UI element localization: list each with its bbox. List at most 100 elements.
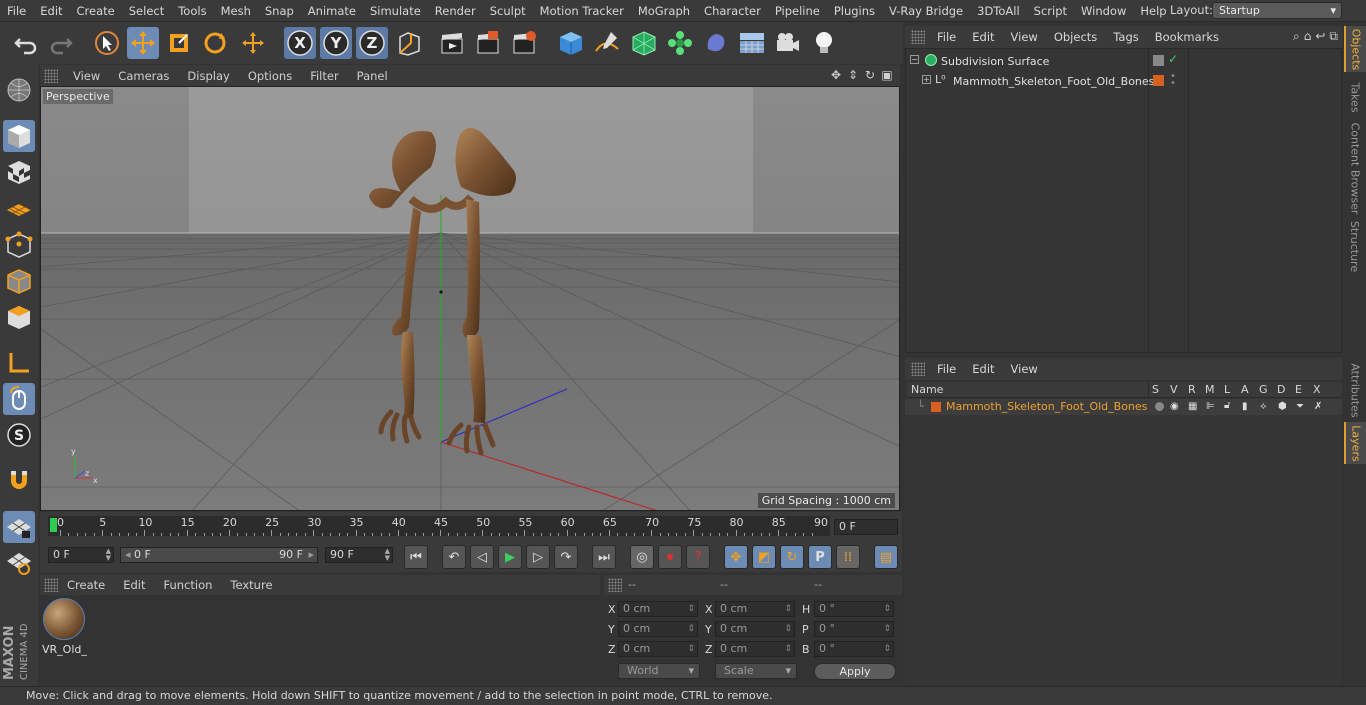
menu-edit[interactable]: Edit — [33, 0, 69, 22]
subdivision-surface-button[interactable] — [628, 27, 660, 59]
animation-icon[interactable]: ▮ — [1242, 401, 1248, 412]
viewport-menu-options[interactable]: Options — [239, 69, 301, 83]
next-keyframe-button[interactable]: ↷ — [554, 545, 578, 569]
size-y-field[interactable]: 0 cm — [715, 621, 795, 637]
search-icon[interactable]: ⌕ — [1293, 29, 1300, 44]
tab-layers[interactable]: Layers — [1344, 422, 1366, 464]
om-menu-edit[interactable]: Edit — [964, 30, 1002, 44]
viewport-menu-cameras[interactable]: Cameras — [109, 69, 178, 83]
render-region-button[interactable] — [472, 27, 504, 59]
new-window-icon[interactable]: ⧉ — [1329, 29, 1338, 44]
tab-structure[interactable]: Structure — [1344, 218, 1366, 274]
axis-mode-button[interactable] — [3, 347, 35, 379]
workplane-mode-button[interactable] — [3, 192, 35, 224]
tab-takes[interactable]: Takes — [1344, 76, 1366, 118]
viewport-menu-filter[interactable]: Filter — [301, 69, 347, 83]
redo-button[interactable] — [45, 27, 77, 59]
om-menu-bookmarks[interactable]: Bookmarks — [1147, 30, 1227, 44]
lm-menu-view[interactable]: View — [1003, 362, 1046, 376]
previous-frame-button[interactable]: ◁ — [470, 545, 494, 569]
make-editable-button[interactable] — [3, 74, 35, 106]
undo-button[interactable] — [10, 27, 42, 59]
om-menu-file[interactable]: File — [929, 30, 964, 44]
size-z-field[interactable]: 0 cm — [715, 641, 795, 657]
end-frame-field[interactable]: 90 F ▲ ▼ — [325, 547, 393, 563]
tab-attributes[interactable]: Attributes — [1344, 360, 1366, 420]
om-menu-view[interactable]: View — [1003, 30, 1046, 44]
menu-mograph[interactable]: MoGraph — [631, 0, 697, 22]
menu-help[interactable]: Help — [1133, 0, 1173, 22]
workplane-lock-button[interactable] — [3, 511, 35, 543]
camera-button[interactable] — [772, 27, 804, 59]
object-row-mammoth-skeleton[interactable]: + L⁰ Mammoth_Skeleton_Foot_Old_Bones • • — [906, 71, 1341, 91]
deformer-button[interactable] — [700, 27, 732, 59]
material-menu-create[interactable]: Create — [58, 578, 114, 592]
menu-character[interactable]: Character — [697, 0, 768, 22]
layer-color-swatch[interactable] — [931, 402, 941, 412]
key-scale-button[interactable]: ◩ — [752, 545, 776, 569]
menu-file[interactable]: File — [0, 0, 33, 22]
perspective-viewport[interactable]: y z x Perspective Grid Spacing : 1000 cm — [40, 86, 900, 511]
autokey-button[interactable]: ? — [686, 545, 710, 569]
y-axis-lock-button[interactable]: Y — [320, 27, 352, 59]
position-y-field[interactable]: 0 cm — [618, 621, 698, 637]
viewport-camera-label[interactable]: Perspective — [43, 89, 113, 104]
pen-spline-button[interactable] — [591, 27, 623, 59]
tweak-mode-button[interactable] — [3, 383, 35, 415]
material-grip-icon[interactable] — [44, 578, 58, 592]
size-mode-dropdown[interactable]: Scale — [715, 663, 797, 679]
menu-pipeline[interactable]: Pipeline — [768, 0, 827, 22]
material-name[interactable]: VR_Old_ — [42, 643, 87, 656]
z-axis-lock-button[interactable]: Z — [356, 27, 388, 59]
material-preview[interactable] — [43, 598, 85, 640]
menu-render[interactable]: Render — [428, 0, 483, 22]
tab-content-browser[interactable]: Content Browser — [1344, 120, 1366, 216]
material-menu-texture[interactable]: Texture — [221, 578, 281, 592]
menu-window[interactable]: Window — [1074, 0, 1133, 22]
menu-3dtoall[interactable]: 3DToAll — [970, 0, 1027, 22]
coordinates-grip-icon[interactable] — [608, 578, 622, 592]
size-x-field[interactable]: 0 cm — [715, 601, 795, 617]
render-settings-button[interactable] — [508, 27, 540, 59]
points-mode-button[interactable] — [3, 229, 35, 261]
menu-animate[interactable]: Animate — [301, 0, 363, 22]
visibility-toggle-icon[interactable] — [1153, 55, 1164, 66]
om-menu-objects[interactable]: Objects — [1046, 30, 1105, 44]
expand-toggle-icon[interactable]: + — [922, 75, 931, 84]
current-frame-field[interactable]: 0 F — [834, 519, 898, 535]
menu-select[interactable]: Select — [122, 0, 171, 22]
lm-menu-edit[interactable]: Edit — [964, 362, 1002, 376]
polygons-mode-button[interactable] — [3, 301, 35, 333]
menu-snap[interactable]: Snap — [258, 0, 301, 22]
rotate-tool-button[interactable] — [199, 27, 231, 59]
home-icon[interactable]: ⌂ — [1304, 29, 1312, 44]
key-position-button[interactable]: ✥ — [724, 545, 748, 569]
om-menu-tags[interactable]: Tags — [1105, 30, 1146, 44]
position-x-field[interactable]: 0 cm — [618, 601, 698, 617]
solo-dot-icon[interactable] — [1155, 402, 1164, 411]
layout-select[interactable]: Startup — [1212, 2, 1342, 19]
menu-simulate[interactable]: Simulate — [363, 0, 428, 22]
layer-color-icon[interactable] — [1153, 75, 1164, 86]
viewport-menu-display[interactable]: Display — [178, 69, 238, 83]
preview-range-slider[interactable]: ◂ 0 F 90 F ▸ — [120, 547, 318, 563]
edges-mode-button[interactable] — [3, 265, 35, 297]
play-button[interactable]: ▶ — [498, 545, 522, 569]
key-rotation-button[interactable]: ↻ — [780, 545, 804, 569]
viewport-menu-panel[interactable]: Panel — [348, 69, 397, 83]
menu-motion-tracker[interactable]: Motion Tracker — [533, 0, 631, 22]
x-axis-lock-button[interactable]: X — [284, 27, 316, 59]
key-point-level-button[interactable]: ⁞⁞ — [836, 545, 860, 569]
move-tool-button[interactable] — [127, 27, 159, 59]
manager-icon[interactable]: ⊫ — [1206, 401, 1215, 412]
arrow-back-icon[interactable]: ↩ — [1315, 29, 1325, 44]
render-clapper-icon[interactable]: ▦ — [1188, 401, 1197, 412]
menu-sculpt[interactable]: Sculpt — [483, 0, 533, 22]
cloner-button[interactable] — [664, 27, 696, 59]
rotation-h-field[interactable]: 0 ° — [814, 601, 894, 617]
collapse-toggle-icon[interactable]: − — [910, 55, 919, 64]
record-position-button[interactable]: ◎ — [630, 545, 654, 569]
playhead[interactable] — [50, 518, 57, 532]
material-menu-function[interactable]: Function — [155, 578, 222, 592]
tab-objects[interactable]: Objects — [1344, 26, 1366, 72]
